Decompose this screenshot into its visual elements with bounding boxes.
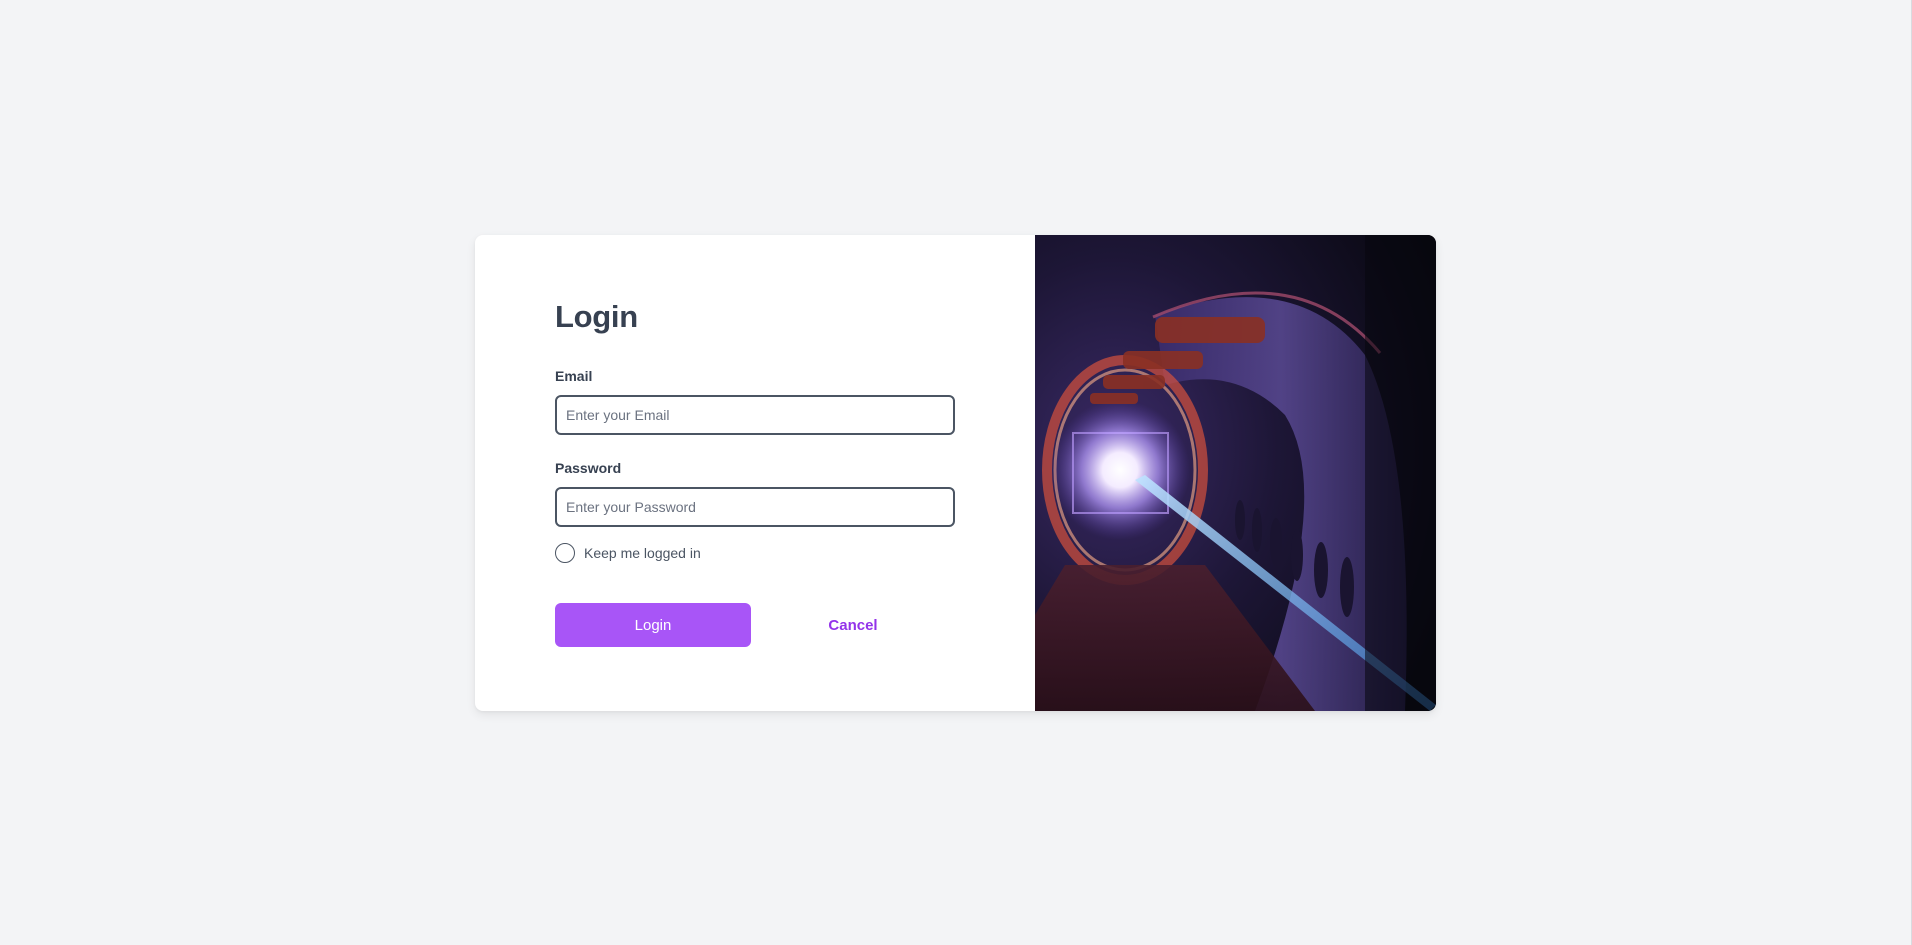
email-field[interactable] [555,395,955,435]
checkbox-circle-icon[interactable] [555,543,575,563]
tunnel-light-image [1035,235,1436,711]
login-button[interactable]: Login [555,603,751,647]
login-card: Login Email Password Keep me logged in L… [475,235,1436,711]
password-label: Password [555,460,622,476]
cancel-button[interactable]: Cancel [791,603,915,647]
keep-logged-in-label[interactable]: Keep me logged in [584,545,701,561]
login-form: Login Email Password Keep me logged in L… [475,235,1035,711]
email-label: Email [555,368,593,384]
password-field[interactable] [555,487,955,527]
keep-logged-in-checkbox[interactable]: Keep me logged in [555,543,701,563]
page-title: Login [555,299,638,334]
